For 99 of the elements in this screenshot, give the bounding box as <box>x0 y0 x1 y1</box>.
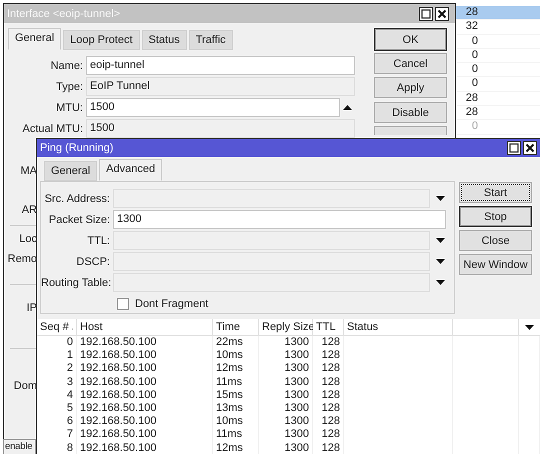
table-cell: 1300 <box>259 442 313 454</box>
table-cell: 128 <box>313 402 344 416</box>
table-cell: 192.168.50.100 <box>77 428 213 442</box>
column-header[interactable]: Time <box>213 319 259 336</box>
table-cell: 12ms <box>213 442 259 454</box>
field-label: Loc <box>18 233 37 247</box>
column-header[interactable]: Seq # <box>37 319 77 336</box>
table-cell: 128 <box>313 349 344 362</box>
field-label: Packet Size: <box>48 214 111 226</box>
table-cell: 192.168.50.100 <box>77 376 213 389</box>
table-cell: 1300 <box>259 388 313 402</box>
dialog-button[interactable]: Cancel <box>374 53 447 74</box>
dropdown-arrow-icon[interactable] <box>436 196 444 201</box>
dialog-button[interactable]: OK <box>374 28 447 51</box>
window-title: Ping (Running) <box>40 142 114 154</box>
table-cell: 192.168.50.100 <box>77 362 213 376</box>
text-field[interactable]: eoip-tunnel <box>86 56 355 75</box>
dialog-button[interactable]: New Window <box>459 254 532 275</box>
table-cell: 128 <box>313 336 344 350</box>
field-label: TTL: <box>86 234 111 246</box>
list-cell[interactable]: 28 <box>456 6 540 20</box>
readonly-field: EoIP Tunnel <box>86 77 355 96</box>
maximize-icon[interactable] <box>507 141 521 155</box>
table-cell: 3 <box>37 376 77 389</box>
table-cell: 10ms <box>213 349 259 362</box>
table-cell: 128 <box>313 415 344 428</box>
table-cell: 192.168.50.100 <box>77 336 213 350</box>
dialog-button[interactable]: Start <box>459 182 532 203</box>
tab[interactable]: Status <box>142 30 187 50</box>
tab[interactable]: General <box>8 28 62 50</box>
table-cell: 10ms <box>213 415 259 428</box>
table-cell: 192.168.50.100 <box>77 402 213 416</box>
field-label: Remo <box>6 253 37 267</box>
table-cell: 192.168.50.100 <box>77 388 213 402</box>
table-cell: 1300 <box>259 336 313 350</box>
spinner-up-icon[interactable] <box>343 105 352 110</box>
tab[interactable]: General <box>44 161 98 181</box>
dialog-button[interactable]: Disable <box>374 102 447 123</box>
close-icon[interactable] <box>435 6 449 20</box>
field-label: DSCP: <box>75 256 111 268</box>
table-cell: 192.168.50.100 <box>77 349 213 362</box>
table-cell: 12ms <box>213 362 259 376</box>
table-cell: 4 <box>37 388 77 402</box>
table-cell: 7 <box>37 428 77 442</box>
column-header[interactable]: Host <box>77 319 213 336</box>
table-cell: 1 <box>37 349 77 362</box>
table-cell: 128 <box>313 376 344 389</box>
table-cell: 192.168.50.100 <box>77 442 213 454</box>
dropdown-arrow-icon[interactable] <box>436 238 444 243</box>
table-cell: 1300 <box>259 376 313 389</box>
field-label: MA <box>20 165 37 179</box>
readonly-field: 1500 <box>86 119 355 138</box>
maximize-icon[interactable] <box>419 6 433 20</box>
status-bar: enable <box>3 439 36 454</box>
checkbox-label: Dont Fragment <box>135 298 208 310</box>
tab[interactable]: Loop Protect <box>63 30 140 50</box>
table-cell: 1300 <box>259 415 313 428</box>
table-cell: 6 <box>37 415 77 428</box>
table-cell: 11ms <box>213 428 259 442</box>
table-cell: 0 <box>37 336 77 350</box>
field-label: Src. Address: <box>44 192 111 204</box>
table-cell: 5 <box>37 402 77 416</box>
column-header[interactable]: TTL <box>313 319 344 336</box>
checkbox[interactable] <box>117 298 129 310</box>
field-label: IP <box>26 302 37 316</box>
tab[interactable]: Advanced <box>99 159 162 181</box>
table-cell: 2 <box>37 362 77 376</box>
field-label: Type: <box>55 80 84 92</box>
dialog-button[interactable]: Apply <box>374 77 447 98</box>
table-cell: 1300 <box>259 349 313 362</box>
table-cell: 22ms <box>213 336 259 350</box>
table-cell: 13ms <box>213 402 259 416</box>
text-field[interactable]: 1300 <box>113 210 446 229</box>
dropdown-arrow-icon[interactable] <box>436 259 444 264</box>
table-cell: 1300 <box>259 402 313 416</box>
field-label: Name: <box>50 60 84 72</box>
dialog-button[interactable]: Close <box>459 230 532 251</box>
table-cell: 8 <box>37 442 77 454</box>
dropdown-arrow-icon[interactable] <box>436 280 444 285</box>
table-cell: 128 <box>313 362 344 376</box>
tab[interactable]: Traffic <box>188 30 233 50</box>
table-cell: 192.168.50.100 <box>77 415 213 428</box>
field-label: MTU: <box>55 102 84 114</box>
field-label: Routing Table: <box>41 276 112 288</box>
field-label: Actual MTU: <box>21 122 84 134</box>
field-label: Dom <box>12 380 37 394</box>
number-field[interactable]: 1500 <box>86 98 340 117</box>
table-cell: 128 <box>313 388 344 402</box>
dropdown-arrow-icon[interactable] <box>525 324 534 330</box>
dialog-button[interactable]: Stop <box>459 206 532 227</box>
table-cell: 15ms <box>213 388 259 402</box>
table-cell: 128 <box>313 442 344 454</box>
table-cell: 11ms <box>213 376 259 389</box>
close-icon[interactable] <box>523 141 537 155</box>
table-cell: 1300 <box>259 362 313 376</box>
field-label: AR <box>20 204 37 218</box>
table-cell: 1300 <box>259 428 313 442</box>
table-cell: 128 <box>313 428 344 442</box>
column-header[interactable]: Status <box>344 319 453 336</box>
